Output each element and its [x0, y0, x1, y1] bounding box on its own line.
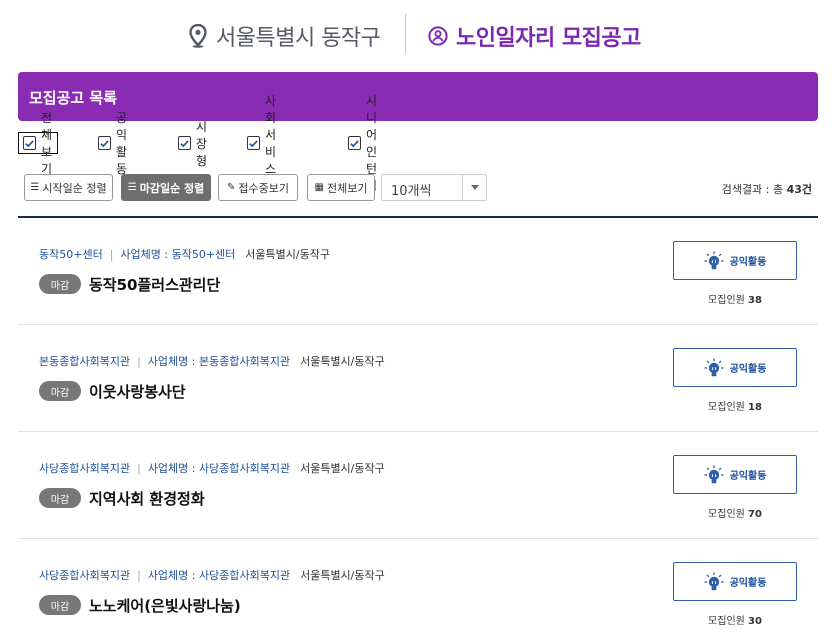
checkbox-checked-icon[interactable] — [247, 136, 260, 150]
page-size-value: 10개씩 — [391, 184, 432, 199]
checkbox-checked-icon[interactable] — [23, 136, 36, 150]
show-open-button[interactable]: ✎ 접수중보기 — [218, 174, 298, 201]
list-item[interactable]: 동작50+센터 | 사업체명 : 동작50+센터 서울특별시/동작구 마감 동작… — [18, 218, 818, 325]
pencil-icon: ✎ — [227, 182, 236, 193]
status-badge: 마감 — [39, 595, 81, 615]
filter-label: 전체보기 — [41, 111, 53, 176]
category-label: 공익활동 — [729, 257, 767, 268]
region-title: 서울특별시 동작구 — [188, 20, 381, 52]
list-icon: ☰ — [30, 182, 40, 193]
page-size-select[interactable]: 10개씩 — [381, 174, 487, 201]
filter-label: 공익활동 — [116, 111, 128, 176]
item-org: 사당종합사회복지관 — [39, 462, 131, 475]
page-header: 서울특별시 동작구 노인일자리 모집공고 — [0, 0, 834, 72]
sort-by-start-button[interactable]: ☰ 시작일순 정렬 — [24, 174, 113, 201]
sort-by-deadline-button[interactable]: ☰ 마감일순 정렬 — [121, 174, 211, 201]
item-title[interactable]: 이웃사랑봉사단 — [89, 381, 186, 402]
region-text: 서울특별시 동작구 — [216, 26, 381, 51]
person-circle-icon — [428, 26, 448, 46]
list-toolbar: ☰ 시작일순 정렬 ☰ 마감일순 정렬 ✎ 접수중보기 ▦ 전체보기 10개씩 … — [24, 174, 824, 201]
category-button[interactable]: 공익활동 — [673, 455, 797, 494]
checkbox-checked-icon[interactable] — [348, 136, 361, 150]
show-all-button[interactable]: ▦ 전체보기 — [307, 174, 375, 201]
item-meta: 사당종합사회복지관 | 사업체명 : 사당종합사회복지관 서울특별시/동작구 — [39, 567, 385, 583]
category-button[interactable]: 공익활동 — [673, 348, 797, 387]
item-title[interactable]: 노노케어(은빛사랑나눔) — [89, 595, 241, 616]
recruit-count: 모집인원 70 — [708, 509, 762, 520]
page-title-text: 노인일자리 모집공고 — [456, 26, 641, 51]
recruit-count: 모집인원 30 — [708, 616, 762, 627]
banner-title: 모집공고 목록 — [29, 89, 118, 107]
meta-divider: | — [109, 247, 114, 261]
header-divider — [405, 14, 406, 54]
page-title: 노인일자리 모집공고 — [428, 20, 641, 52]
item-location: 서울특별시/동작구 — [245, 248, 330, 261]
item-org: 사당종합사회복지관 — [39, 569, 131, 582]
meta-divider: | — [137, 568, 141, 582]
item-meta: 사당종합사회복지관 | 사업체명 : 사당종합사회복지관 서울특별시/동작구 — [39, 460, 385, 476]
lightbulb-icon — [704, 251, 724, 269]
lightbulb-icon — [704, 572, 724, 590]
grid-icon: ▦ — [314, 182, 324, 193]
item-meta: 본동종합사회복지관 | 사업체명 : 본동종합사회복지관 서울특별시/동작구 — [39, 353, 385, 369]
filter-social-service[interactable]: 사회서비스형 — [247, 94, 277, 193]
result-count: 검색결과 : 총 43건 — [721, 183, 812, 196]
item-location: 서울특별시/동작구 — [300, 462, 385, 475]
status-badge: 마감 — [39, 274, 81, 294]
filter-all[interactable]: 전체보기 — [18, 111, 59, 176]
category-button[interactable]: 공익활동 — [673, 562, 797, 601]
recruit-count: 모집인원 18 — [708, 402, 762, 413]
category-label: 공익활동 — [729, 578, 767, 589]
category-button[interactable]: 공익활동 — [673, 241, 797, 280]
meta-divider: | — [137, 354, 141, 368]
item-business: 사업체명 : 사당종합사회복지관 — [147, 569, 291, 582]
chevron-down-icon[interactable] — [462, 175, 486, 200]
checkbox-checked-icon[interactable] — [178, 136, 191, 150]
filter-market[interactable]: 시장형 — [178, 120, 208, 168]
meta-divider: | — [137, 461, 141, 475]
item-business: 사업체명 : 사당종합사회복지관 — [147, 462, 291, 475]
item-business: 사업체명 : 동작50+센터 — [120, 248, 236, 261]
filter-senior-intern[interactable]: 시니어인턴십 — [348, 94, 378, 193]
lightbulb-icon — [704, 465, 724, 483]
list-item[interactable]: 본동종합사회복지관 | 사업체명 : 본동종합사회복지관 서울특별시/동작구 마… — [18, 325, 818, 432]
list-banner: 모집공고 목록 — [18, 72, 818, 121]
item-meta: 동작50+센터 | 사업체명 : 동작50+센터 서울특별시/동작구 — [39, 246, 330, 262]
item-org: 동작50+센터 — [39, 248, 103, 261]
item-title[interactable]: 지역사회 환경정화 — [89, 488, 205, 509]
category-label: 공익활동 — [729, 364, 767, 375]
status-badge: 마감 — [39, 381, 81, 401]
filter-label: 시장형 — [196, 119, 208, 168]
checkbox-checked-icon[interactable] — [98, 136, 111, 150]
item-business: 사업체명 : 본동종합사회복지관 — [147, 355, 291, 368]
list-icon: ☰ — [127, 182, 137, 193]
filter-public-service[interactable]: 공익활동 — [98, 111, 128, 176]
recruit-count: 모집인원 38 — [708, 295, 762, 306]
location-pin-icon — [188, 24, 208, 48]
list-item[interactable]: 사당종합사회복지관 | 사업체명 : 사당종합사회복지관 서울특별시/동작구 마… — [18, 432, 818, 539]
item-org: 본동종합사회복지관 — [39, 355, 131, 368]
item-title[interactable]: 동작50플러스관리단 — [89, 274, 220, 295]
status-badge: 마감 — [39, 488, 81, 508]
list-item[interactable]: 사당종합사회복지관 | 사업체명 : 사당종합사회복지관 서울특별시/동작구 마… — [18, 539, 818, 644]
lightbulb-icon — [704, 358, 724, 376]
item-location: 서울특별시/동작구 — [300, 355, 385, 368]
item-location: 서울특별시/동작구 — [300, 569, 385, 582]
category-label: 공익활동 — [729, 471, 767, 482]
